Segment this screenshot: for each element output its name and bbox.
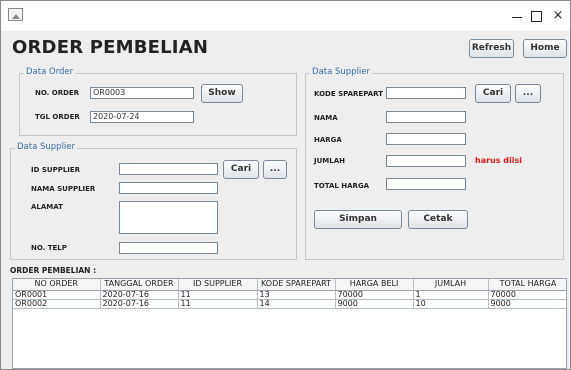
alamat-textarea[interactable]: [119, 201, 218, 234]
table-cell: 9000: [335, 299, 414, 309]
java-app-icon: [8, 8, 23, 21]
alamat-label: ALAMAT: [31, 203, 63, 211]
cari-supplier-button[interactable]: Cari: [223, 160, 259, 179]
no-order-label: NO. ORDER: [35, 89, 80, 97]
table-cell: 1: [413, 290, 489, 300]
kode-sparepart-label: KODE SPAREPART: [314, 90, 383, 98]
jumlah-warning: harus diisi: [475, 156, 522, 165]
id-supplier-label: ID SUPPLIER: [31, 166, 81, 174]
col-header[interactable]: TANGGAL ORDER: [100, 279, 179, 291]
tgl-order-label: TGL ORDER: [35, 113, 80, 121]
table-row[interactable]: OR0002 2020-07-16 11 14 9000 10 9000: [13, 299, 566, 309]
cari-sparepart-button[interactable]: Cari: [475, 84, 511, 103]
simpan-button[interactable]: Simpan: [314, 210, 402, 229]
close-icon[interactable]: ×: [539, 1, 571, 31]
title-bar: ×: [1, 1, 570, 31]
tgl-order-input[interactable]: 2020-07-24: [90, 111, 194, 123]
table-cell: 11: [178, 299, 258, 309]
table-cell: 11: [178, 290, 258, 300]
harga-label: HARGA: [314, 136, 342, 144]
col-header[interactable]: TOTAL HARGA: [488, 279, 566, 291]
col-header[interactable]: JUMLAH: [413, 279, 489, 291]
browse-supplier-button[interactable]: ...: [263, 160, 287, 179]
order-table[interactable]: NO ORDER TANGGAL ORDER ID SUPPLIER KODE …: [12, 278, 567, 369]
data-order-panel: Data Order: [19, 67, 297, 136]
no-order-input[interactable]: OR0003: [90, 87, 194, 99]
total-harga-label: TOTAL HARGA: [314, 182, 370, 190]
refresh-button[interactable]: Refresh: [469, 39, 514, 58]
data-order-legend: Data Order: [24, 67, 76, 77]
data-supplier-legend: Data Supplier: [15, 142, 78, 152]
col-header[interactable]: HARGA BELI: [335, 279, 414, 291]
col-header[interactable]: ID SUPPLIER: [178, 279, 258, 291]
home-button[interactable]: Home: [523, 39, 567, 58]
table-cell: 9000: [488, 299, 566, 309]
sparepart-legend: Data Supplier: [310, 67, 373, 77]
show-button[interactable]: Show: [201, 84, 243, 103]
table-cell: 10: [413, 299, 489, 309]
nama-sparepart-input[interactable]: [386, 111, 466, 123]
nama-sparepart-label: NAMA: [314, 114, 338, 122]
no-telp-input[interactable]: [119, 242, 218, 254]
app-window: × ORDER PEMBELIAN Refresh Home Data Orde…: [0, 0, 571, 370]
cetak-button[interactable]: Cetak: [408, 210, 468, 229]
table-cell: 70000: [488, 290, 566, 300]
table-cell: OR0002: [13, 299, 101, 309]
table-row[interactable]: OR0001 2020-07-16 11 13 70000 1 70000: [13, 290, 566, 300]
table-cell: 2020-07-16: [100, 299, 179, 309]
browse-sparepart-button[interactable]: ...: [515, 84, 541, 103]
jumlah-input[interactable]: [386, 155, 466, 167]
col-header[interactable]: NO ORDER: [13, 279, 101, 291]
harga-input[interactable]: [386, 133, 466, 145]
table-header-row: NO ORDER TANGGAL ORDER ID SUPPLIER KODE …: [13, 279, 566, 291]
jumlah-label: JUMLAH: [314, 157, 345, 165]
table-cell: 13: [257, 290, 336, 300]
table-cell: 2020-07-16: [100, 290, 179, 300]
table-cell: 70000: [335, 290, 414, 300]
table-caption: ORDER PEMBELIAN :: [10, 266, 97, 275]
page-title: ORDER PEMBELIAN: [12, 37, 209, 58]
nama-supplier-label: NAMA SUPPLIER: [31, 185, 96, 193]
id-supplier-input[interactable]: [119, 163, 218, 175]
table-cell: 14: [257, 299, 336, 309]
table-cell: OR0001: [13, 290, 101, 300]
nama-supplier-input[interactable]: [119, 182, 218, 194]
no-telp-label: NO. TELP: [31, 244, 67, 252]
kode-sparepart-input[interactable]: [386, 87, 466, 99]
col-header[interactable]: KODE SPAREPART: [257, 279, 336, 291]
total-harga-input[interactable]: [386, 178, 466, 190]
